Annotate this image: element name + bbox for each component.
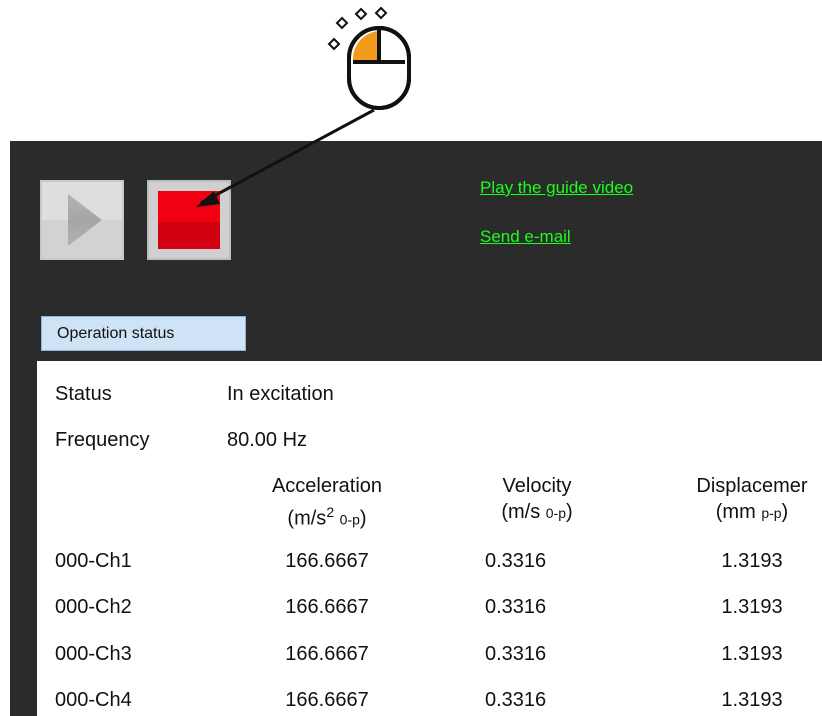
displacement-value: 1.3193 — [721, 689, 783, 711]
tab-operation-status[interactable]: Operation status — [41, 316, 246, 351]
channel-name: 000-Ch2 — [55, 596, 132, 618]
play-button[interactable] — [40, 180, 124, 260]
app-window: Play the guide video Send e-mail Operati… — [10, 141, 822, 716]
channel-name: 000-Ch1 — [55, 550, 132, 572]
frequency-label: Frequency — [55, 429, 150, 451]
column-header-displacement: Displacemer (mm p-p) — [667, 473, 822, 526]
play-icon — [42, 182, 122, 258]
displacement-value: 1.3193 — [721, 596, 783, 618]
channel-name: 000-Ch4 — [55, 689, 132, 711]
column-unit: (m/s 0-p) — [501, 501, 573, 523]
velocity-value: 0.3316 — [485, 550, 547, 572]
stop-icon — [158, 191, 220, 249]
acceleration-value: 166.6667 — [285, 596, 369, 618]
column-header-acceleration: Acceleration (m/s2 0-p) — [227, 473, 427, 533]
column-name: Acceleration — [271, 475, 383, 497]
column-name: Displacemer — [696, 475, 808, 497]
displacement-value: 1.3193 — [721, 550, 783, 572]
stop-button[interactable] — [147, 180, 231, 260]
velocity-value: 0.3316 — [485, 689, 547, 711]
send-email-link[interactable]: Send e-mail — [480, 227, 571, 247]
column-header-velocity: Velocity (m/s 0-p) — [467, 473, 607, 526]
column-unit: (m/s2 0-p) — [287, 504, 367, 530]
velocity-value: 0.3316 — [485, 643, 547, 665]
column-name: Velocity — [502, 475, 572, 497]
mouse-left-click-icon — [327, 6, 411, 110]
operation-status-panel: Status In excitation Frequency 80.00 Hz … — [37, 361, 822, 716]
velocity-value: 0.3316 — [485, 596, 547, 618]
status-value: In excitation — [227, 383, 334, 405]
column-unit: (mm p-p) — [715, 501, 789, 523]
acceleration-value: 166.6667 — [285, 550, 369, 572]
acceleration-value: 166.6667 — [285, 689, 369, 711]
acceleration-value: 166.6667 — [285, 643, 369, 665]
guide-video-link[interactable]: Play the guide video — [480, 178, 633, 198]
displacement-value: 1.3193 — [721, 643, 783, 665]
channel-name: 000-Ch3 — [55, 643, 132, 665]
frequency-value: 80.00 Hz — [227, 429, 308, 451]
status-label: Status — [55, 383, 112, 405]
